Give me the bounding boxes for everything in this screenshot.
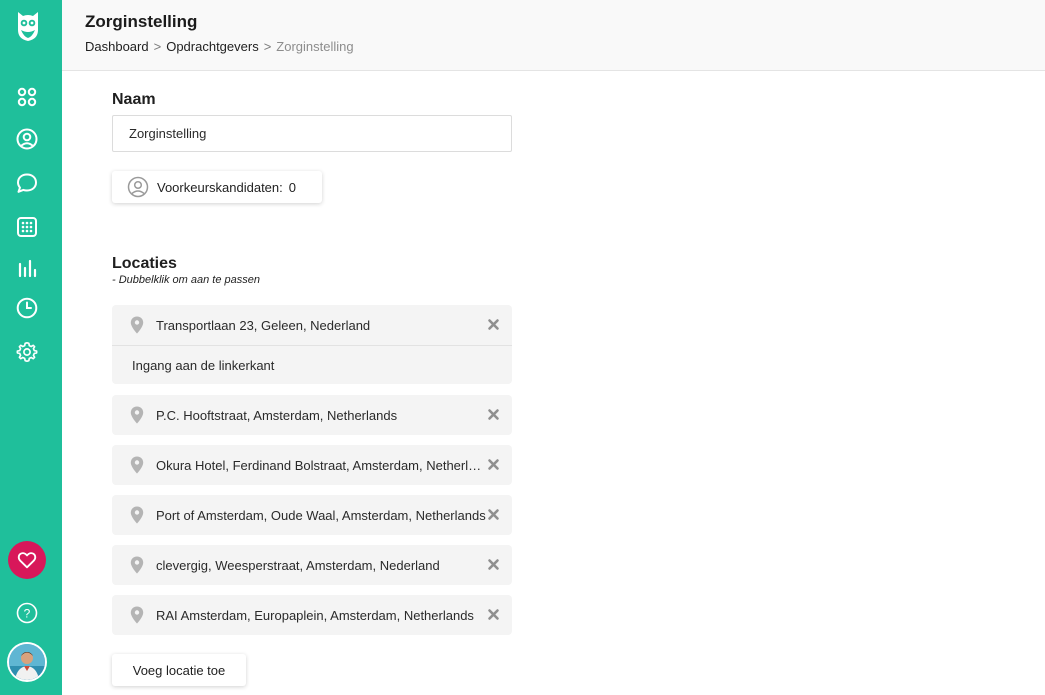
svg-text:?: ? (24, 607, 31, 621)
calendar-grid-icon[interactable] (13, 213, 41, 241)
preferred-candidates-count: 0 (288, 179, 296, 195)
location-item[interactable]: Port of Amsterdam, Oude Waal, Amsterdam,… (112, 495, 512, 535)
chat-bubble-icon[interactable] (13, 169, 41, 197)
sidebar: ? (0, 0, 62, 695)
map-pin-icon (130, 456, 144, 474)
close-icon[interactable] (487, 608, 500, 621)
close-icon[interactable] (487, 408, 500, 421)
close-icon[interactable] (487, 558, 500, 571)
location-address: RAI Amsterdam, Europaplein, Amsterdam, N… (156, 607, 474, 623)
user-avatar[interactable] (7, 642, 47, 682)
location-item[interactable]: RAI Amsterdam, Europaplein, Amsterdam, N… (112, 595, 512, 635)
user-circle-icon (127, 176, 149, 198)
user-circle-icon[interactable] (13, 125, 41, 153)
heart-icon (17, 552, 37, 569)
clock-icon[interactable] (13, 294, 41, 322)
close-icon[interactable] (487, 458, 500, 471)
map-pin-icon (130, 406, 144, 424)
breadcrumb-current: Zorginstelling (276, 39, 354, 54)
locations-hint: - Dubbelklik om aan te passen (112, 274, 260, 286)
location-address: Port of Amsterdam, Oude Waal, Amsterdam,… (156, 507, 486, 523)
location-item[interactable]: clevergig, Weesperstraat, Amsterdam, Ned… (112, 545, 512, 585)
breadcrumb-clients-link[interactable]: Opdrachtgevers (166, 39, 259, 54)
breadcrumb-dashboard-link[interactable]: Dashboard (85, 39, 149, 54)
location-address: Okura Hotel, Ferdinand Bolstraat, Amster… (156, 457, 486, 473)
map-pin-icon (130, 316, 144, 334)
map-pin-icon (130, 506, 144, 524)
location-item[interactable]: Transportlaan 23, Geleen, Nederland Inga… (112, 305, 512, 384)
add-location-button[interactable]: Voeg locatie toe (112, 654, 246, 686)
page-title: Zorginstelling (85, 12, 198, 31)
breadcrumb-separator: > (153, 39, 162, 54)
map-pin-icon (130, 556, 144, 574)
locations-title: Locaties (112, 255, 177, 272)
location-note: Ingang aan de linkerkant (112, 345, 512, 384)
breadcrumb: Dashboard > Opdrachtgevers > Zorginstelling (85, 39, 354, 54)
page-header: Zorginstelling Dashboard > Opdrachtgevers >… (62, 0, 1045, 71)
location-item[interactable]: P.C. Hooftstraat, Amsterdam, Netherlands (112, 395, 512, 435)
close-icon[interactable] (487, 508, 500, 521)
preferred-candidates-label: Voorkeurskandidaten: (157, 179, 283, 195)
location-address: clevergig, Weesperstraat, Amsterdam, Ned… (156, 557, 440, 573)
location-address: Transportlaan 23, Geleen, Nederland (156, 317, 371, 333)
dashboard-grid-icon[interactable] (13, 83, 41, 111)
preferred-candidates-button[interactable]: Voorkeurskandidaten: 0 (112, 171, 322, 203)
gear-icon[interactable] (13, 338, 41, 366)
help-icon[interactable]: ? (16, 602, 38, 624)
owl-logo-icon[interactable] (14, 8, 42, 42)
name-input[interactable] (112, 115, 512, 152)
favorites-button[interactable] (8, 541, 46, 579)
breadcrumb-separator: > (263, 39, 272, 54)
map-pin-icon (130, 606, 144, 624)
name-label: Naam (112, 91, 156, 108)
bar-chart-icon[interactable] (13, 254, 41, 282)
location-item[interactable]: Okura Hotel, Ferdinand Bolstraat, Amster… (112, 445, 512, 485)
location-address: P.C. Hooftstraat, Amsterdam, Netherlands (156, 407, 398, 423)
close-icon[interactable] (487, 318, 500, 331)
